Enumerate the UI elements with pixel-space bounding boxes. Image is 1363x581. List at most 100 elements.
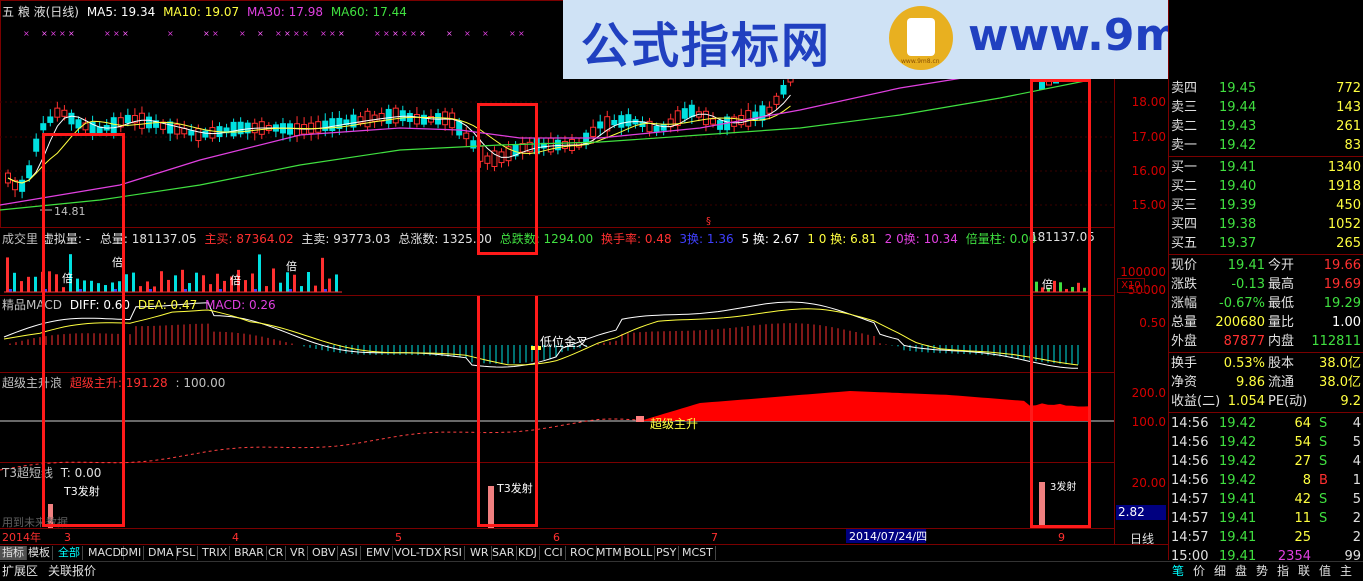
tab-全部[interactable]: 全部: [56, 546, 83, 560]
tab-cci[interactable]: CCI: [542, 546, 566, 560]
stat-row[interactable]: 涨跌 -0.13 最高 19.69: [1169, 275, 1363, 294]
tab-dma[interactable]: DMA: [146, 546, 177, 560]
stat-value: 19.29: [1323, 296, 1361, 311]
tab-brar[interactable]: BRAR: [232, 546, 267, 560]
stat-row[interactable]: 总量 200680 量比 1.00: [1169, 313, 1363, 332]
tick-time: 14:57: [1171, 492, 1209, 507]
stat-row[interactable]: 现价 19.41 今开 19.66: [1169, 256, 1363, 275]
tab-roc[interactable]: ROC: [568, 546, 597, 560]
quote-tab[interactable]: 主: [1340, 563, 1352, 580]
ask-row[interactable]: 卖一 19.42 83: [1169, 136, 1363, 155]
tick-volume: 42: [1294, 492, 1311, 507]
stat-row[interactable]: 涨幅 -0.67% 最低 19.29: [1169, 294, 1363, 313]
volume-bar: [279, 282, 282, 292]
tick-row[interactable]: 14:57 19.41 42 S 5: [1169, 490, 1363, 509]
candle-body: [40, 123, 47, 131]
quote-tab[interactable]: 笔: [1172, 563, 1184, 580]
volume-bar: [258, 254, 261, 292]
tick-row[interactable]: 14:56 19.42 64 S 4: [1169, 414, 1363, 433]
tab-obv[interactable]: OBV: [310, 546, 339, 560]
tab-rsi[interactable]: RSI: [442, 546, 465, 560]
price-tick-1: 18.00: [1131, 95, 1166, 109]
bid-row[interactable]: 买一 19.41 1340: [1169, 158, 1363, 177]
quote-tab[interactable]: 价: [1193, 563, 1205, 580]
tab-boll[interactable]: BOLL: [622, 546, 656, 560]
tab-dmi[interactable]: DMI: [118, 546, 145, 560]
volume-bar: [153, 286, 156, 292]
stat-row[interactable]: 收益(二) 1.054 PE(动) 9.2: [1169, 392, 1363, 411]
ask-row[interactable]: 卖三 19.44 143: [1169, 98, 1363, 117]
tab-mtm[interactable]: MTM: [594, 546, 625, 560]
tick-row[interactable]: 14:57 19.41 11 S 2: [1169, 509, 1363, 528]
tab-模板[interactable]: 模板: [26, 546, 53, 560]
volume-bar: [272, 268, 275, 292]
price-header: 五 粮 液(日线) MA5: 19.34 MA10: 19.07 MA30: 1…: [2, 3, 407, 20]
candle-body: [124, 114, 131, 124]
tick-time: 14:56: [1171, 473, 1209, 488]
banner-title: 公式指标网: [581, 18, 832, 74]
ask-volume: 261: [1336, 119, 1361, 134]
stat-row[interactable]: 净资 9.86 流通 38.0亿: [1169, 373, 1363, 392]
quote-tab[interactable]: 细: [1214, 563, 1226, 580]
tab-fsl[interactable]: FSL: [174, 546, 199, 560]
tick-row[interactable]: 14:56 19.42 8 B 1: [1169, 471, 1363, 490]
tick-row[interactable]: 14:56 19.42 27 S 4: [1169, 452, 1363, 471]
tab-kdj[interactable]: KDJ: [516, 546, 540, 560]
quote-tab[interactable]: 联: [1298, 563, 1310, 580]
tick-volume: 27: [1294, 454, 1311, 469]
bid-volume: 265: [1336, 236, 1361, 251]
tab-wr[interactable]: WR: [468, 546, 492, 560]
bid-price: 19.40: [1219, 179, 1257, 194]
super-tick-1: 200.0: [1131, 386, 1166, 400]
top-marker: ×: [419, 29, 426, 38]
stat-value: 200680: [1215, 315, 1265, 330]
quote-tab[interactable]: 值: [1319, 563, 1331, 580]
tick-row[interactable]: 15:00 19.41 2354 99: [1169, 547, 1363, 560]
candle-body: [766, 106, 773, 114]
tab-emv[interactable]: EMV: [364, 546, 393, 560]
ask-row[interactable]: 卖四 19.45 772: [1169, 79, 1363, 98]
candle-body: [47, 116, 54, 123]
bid-row[interactable]: 买三 19.39 450: [1169, 196, 1363, 215]
tab-sar[interactable]: SAR: [490, 546, 518, 560]
top-marker: ×: [203, 29, 210, 38]
top-marker: ×: [464, 29, 471, 38]
tab-vol-tdx[interactable]: VOL-TDX: [392, 546, 445, 560]
tab-asi[interactable]: ASI: [338, 546, 361, 560]
stat-value: 19.69: [1323, 277, 1361, 292]
tick-price: 19.42: [1219, 435, 1257, 450]
ask-row[interactable]: 卖二 19.43 261: [1169, 117, 1363, 136]
volume-bar: [125, 274, 128, 292]
tick-count: 2: [1352, 511, 1361, 526]
order-book-panel: 卖四 19.45 772 卖三 19.44 143 卖二 19.43 261 卖一 19.42 83 买…: [1168, 0, 1363, 560]
tab-psy[interactable]: PSY: [654, 546, 680, 560]
bid-row[interactable]: 买五 19.37 265: [1169, 234, 1363, 253]
tab-指标[interactable]: 指标: [0, 546, 27, 560]
top-marker: ×: [68, 29, 75, 38]
bid-volume: 1052: [1327, 217, 1361, 232]
tab-cr[interactable]: CR: [266, 546, 287, 560]
top-marker: ×: [401, 29, 408, 38]
bid-row[interactable]: 买二 19.40 1918: [1169, 177, 1363, 196]
volume-bar: [132, 272, 135, 292]
bottom-tab[interactable]: 关联报价: [48, 563, 96, 580]
tick-count: 2: [1352, 530, 1361, 545]
tab-vr[interactable]: VR: [288, 546, 309, 560]
tick-row[interactable]: 14:56 19.42 54 S 5: [1169, 433, 1363, 452]
quote-tab[interactable]: 指: [1277, 563, 1289, 580]
quote-tab[interactable]: 势: [1256, 563, 1268, 580]
super-rise-area: [640, 391, 1090, 421]
bid-row[interactable]: 买四 19.38 1052: [1169, 215, 1363, 234]
tab-trix[interactable]: TRIX: [200, 546, 231, 560]
volume-bar: [251, 273, 254, 292]
tick-side: S: [1319, 416, 1328, 431]
tick-row[interactable]: 14:57 19.41 25 2: [1169, 528, 1363, 547]
bottom-tab[interactable]: 扩展区: [2, 563, 38, 580]
stat-row[interactable]: 外盘 87877 内盘 112811: [1169, 332, 1363, 351]
tick-count: 5: [1352, 435, 1361, 450]
tab-mcst[interactable]: MCST: [680, 546, 716, 560]
kline-chart[interactable]: × × × × × × × × × × × × × × × × × × × × × × × × × × × × × × × 14.81 § …: [0, 0, 1115, 545]
quote-tab[interactable]: 盘: [1235, 563, 1247, 580]
top-marker: ×: [338, 29, 345, 38]
stat-row[interactable]: 换手 0.53% 股本 38.0亿: [1169, 354, 1363, 373]
